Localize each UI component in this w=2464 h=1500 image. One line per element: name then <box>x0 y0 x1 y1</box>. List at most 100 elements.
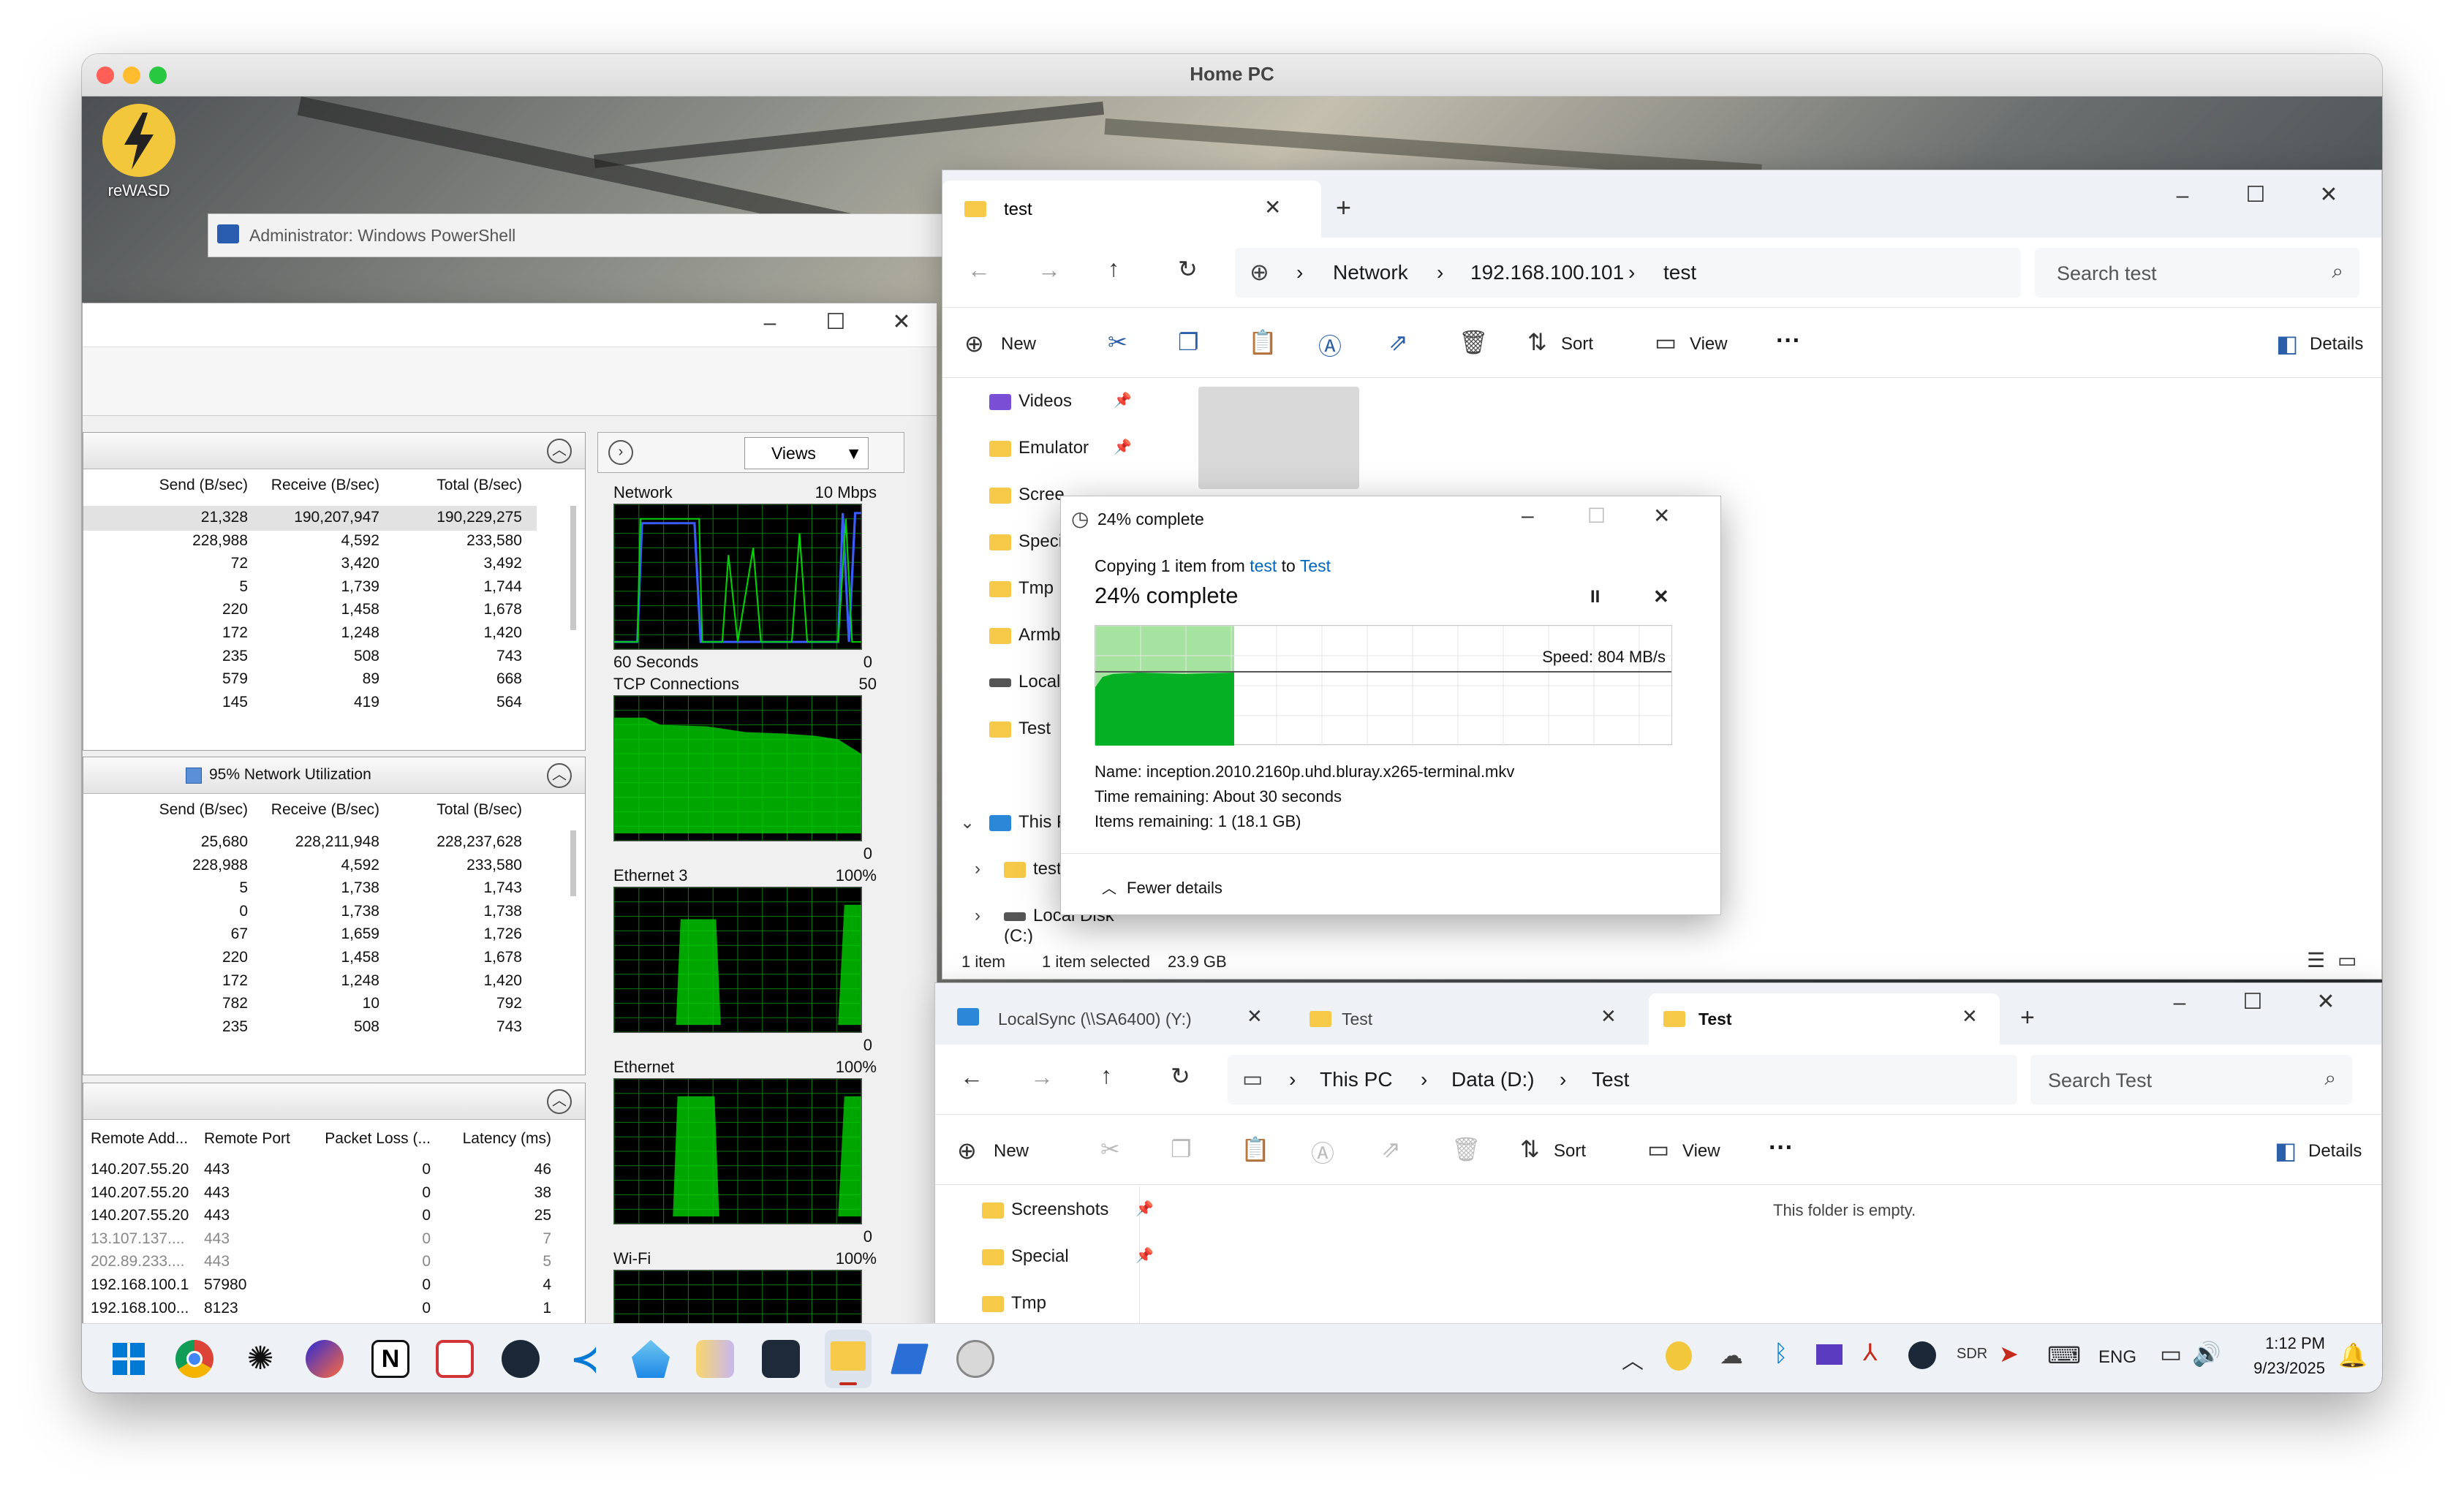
table-row[interactable]: 235 508 743 <box>83 645 537 670</box>
send-tray-icon[interactable]: ➤ <box>1999 1340 2019 1368</box>
new-button[interactable]: New <box>994 1141 1029 1162</box>
chevron-down-icon[interactable]: ⌄ <box>960 812 975 833</box>
chrome-icon[interactable] <box>175 1340 213 1378</box>
view-button[interactable]: View <box>1682 1141 1720 1162</box>
col-receive[interactable]: Receive (B/sec) <box>259 477 379 494</box>
panel-header[interactable]: ︿ <box>83 433 585 469</box>
back-icon[interactable]: ← <box>967 257 991 284</box>
table-row[interactable]: 5 1,739 1,744 <box>83 575 537 600</box>
rewasd-tray-icon[interactable] <box>1666 1341 1692 1371</box>
breadcrumb-test[interactable]: test <box>1663 261 1696 284</box>
table-row[interactable]: 5 1,738 1,743 <box>83 876 537 901</box>
search-input[interactable]: Search Test <box>2048 1069 2152 1092</box>
view-icon[interactable]: ▭ <box>1655 328 1677 356</box>
rewasd-desktop-shortcut[interactable]: reWASD <box>95 102 183 212</box>
delete-icon[interactable]: 🗑 <box>1459 328 1489 356</box>
table-row[interactable]: 145 419 564 <box>83 691 537 716</box>
scrollbar[interactable] <box>570 506 576 630</box>
collapse-icon[interactable]: ︿ <box>547 1089 572 1114</box>
cut-icon[interactable]: ✂ <box>1108 328 1127 356</box>
nav-item[interactable]: Speci <box>989 531 1062 552</box>
table-row[interactable]: 235 508 743 <box>83 1015 537 1040</box>
nav-item[interactable]: Test <box>989 719 1051 739</box>
back-icon[interactable]: ← <box>960 1064 983 1091</box>
details-button[interactable]: Details <box>2308 1141 2362 1162</box>
copy-icon[interactable]: ❐ <box>1171 1135 1192 1163</box>
breadcrumb-data-drive[interactable]: Data (D:) <box>1451 1068 1535 1091</box>
nav-item[interactable]: › test <box>975 859 1062 879</box>
new-button[interactable]: New <box>1001 334 1036 355</box>
chevron-right-icon[interactable]: › <box>975 906 980 926</box>
cancel-icon[interactable]: ✕ <box>1653 586 1669 608</box>
nav-item[interactable]: Special 📌 <box>982 1246 1154 1267</box>
delete-icon[interactable]: 🗑 <box>1451 1135 1481 1163</box>
views-dropdown[interactable]: Views ▼ <box>744 437 869 469</box>
table-row[interactable]: 13.107.137.... 443 0 7 <box>83 1227 566 1252</box>
sort-button[interactable]: Sort <box>1554 1141 1586 1162</box>
close-tab-icon[interactable]: ✕ <box>1264 195 1281 219</box>
table-row[interactable]: 228,988 4,592 233,580 <box>83 854 537 879</box>
new-tab-icon[interactable]: + <box>1336 192 1351 223</box>
store-icon[interactable] <box>632 1340 670 1378</box>
nav-item[interactable]: Tmp <box>989 578 1054 599</box>
minimize-icon[interactable]: – <box>2168 183 2197 208</box>
rename-icon[interactable]: Ⓐ <box>1318 328 1342 362</box>
volume-icon[interactable]: 🔊 <box>2192 1340 2221 1368</box>
notification-bell-icon[interactable]: 🔔 <box>2338 1341 2367 1369</box>
nav-item[interactable]: Scree <box>989 485 1065 505</box>
notion-icon[interactable]: N <box>371 1340 409 1378</box>
details-icon[interactable]: ◧ <box>2275 1137 2297 1164</box>
powershell-window[interactable]: Administrator: Windows PowerShell <box>208 213 968 257</box>
col-total[interactable]: Total (B/sec) <box>390 801 522 819</box>
table-row[interactable]: 202.89.233.... 443 0 5 <box>83 1250 566 1275</box>
bluetooth-icon[interactable]: ᛒ <box>1774 1340 1788 1367</box>
refresh-icon[interactable]: ↻ <box>1171 1062 1190 1090</box>
rename-icon[interactable]: Ⓐ <box>1311 1135 1334 1169</box>
close-icon[interactable]: ✕ <box>1653 504 1670 528</box>
fewer-details-button[interactable]: ︿ Fewer details <box>1102 876 1222 898</box>
col-remote-port[interactable]: Remote Port <box>204 1130 299 1148</box>
col-total[interactable]: Total (B/sec) <box>390 477 522 494</box>
refresh-icon[interactable]: ↻ <box>1178 255 1198 283</box>
close-icon[interactable]: ✕ <box>2314 182 2343 208</box>
copy-icon[interactable]: ❐ <box>1178 328 1199 356</box>
new-icon[interactable]: ⊕ <box>957 1137 977 1164</box>
search-box[interactable]: Search Test ⌕ <box>2030 1055 2352 1105</box>
panel-header[interactable]: 95% Network Utilization ︿ <box>83 757 585 794</box>
network-icon[interactable]: ▭ <box>2160 1340 2182 1368</box>
maximize-icon[interactable]: ☐ <box>2238 989 2267 1015</box>
breadcrumb[interactable]: ⊕ › Network › 192.168.100.101 › test <box>1235 248 2021 298</box>
source-link[interactable]: test <box>1250 556 1277 575</box>
table-row[interactable]: 67 1,659 1,726 <box>83 923 537 947</box>
sort-icon[interactable]: ⇅ <box>1527 328 1547 356</box>
breadcrumb-test[interactable]: Test <box>1592 1068 1629 1091</box>
pin-icon[interactable]: 📌 <box>1114 391 1132 409</box>
arc-browser-icon[interactable] <box>306 1340 344 1378</box>
details-icon[interactable]: ◧ <box>2276 330 2298 357</box>
steam-tray-icon[interactable] <box>1908 1341 1936 1369</box>
file-thumbnail[interactable] <box>1198 387 1359 489</box>
table-row[interactable]: 172 1,248 1,420 <box>83 621 537 646</box>
col-send[interactable]: Send (B/sec) <box>127 801 248 819</box>
view-button[interactable]: View <box>1690 334 1728 355</box>
share-icon[interactable]: ⇗ <box>1388 328 1408 356</box>
minimize-icon[interactable]: – <box>755 311 785 336</box>
more-icon[interactable]: ··· <box>1769 1134 1794 1162</box>
clock-date[interactable]: 9/23/2025 <box>2237 1359 2325 1378</box>
start-button[interactable] <box>110 1340 148 1378</box>
file-explorer-taskbar-button[interactable] <box>825 1330 872 1388</box>
paste-icon[interactable]: 📋 <box>1248 328 1277 356</box>
table-row[interactable]: 192.168.100.1 57980 0 4 <box>83 1273 566 1298</box>
table-row[interactable]: 25,680 228,211,948 228,237,628 <box>83 830 537 855</box>
table-row[interactable]: 21,328 190,207,947 190,229,275 <box>83 506 537 531</box>
table-row[interactable]: 0 1,738 1,738 <box>83 900 537 925</box>
view-icon[interactable]: ▭ <box>1647 1135 1669 1163</box>
cut-icon[interactable]: ✂ <box>1100 1135 1120 1163</box>
col-packet-loss[interactable]: Packet Loss (... <box>314 1130 431 1148</box>
sdr-indicator[interactable]: SDR <box>1957 1346 1987 1363</box>
maximize-icon[interactable]: ☐ <box>821 309 850 335</box>
paste-icon[interactable]: 📋 <box>1241 1135 1270 1163</box>
col-latency[interactable]: Latency (ms) <box>442 1130 551 1148</box>
tiles-view-icon[interactable]: ▭ <box>2338 948 2357 972</box>
table-row[interactable]: 72 3,420 3,492 <box>83 552 537 577</box>
